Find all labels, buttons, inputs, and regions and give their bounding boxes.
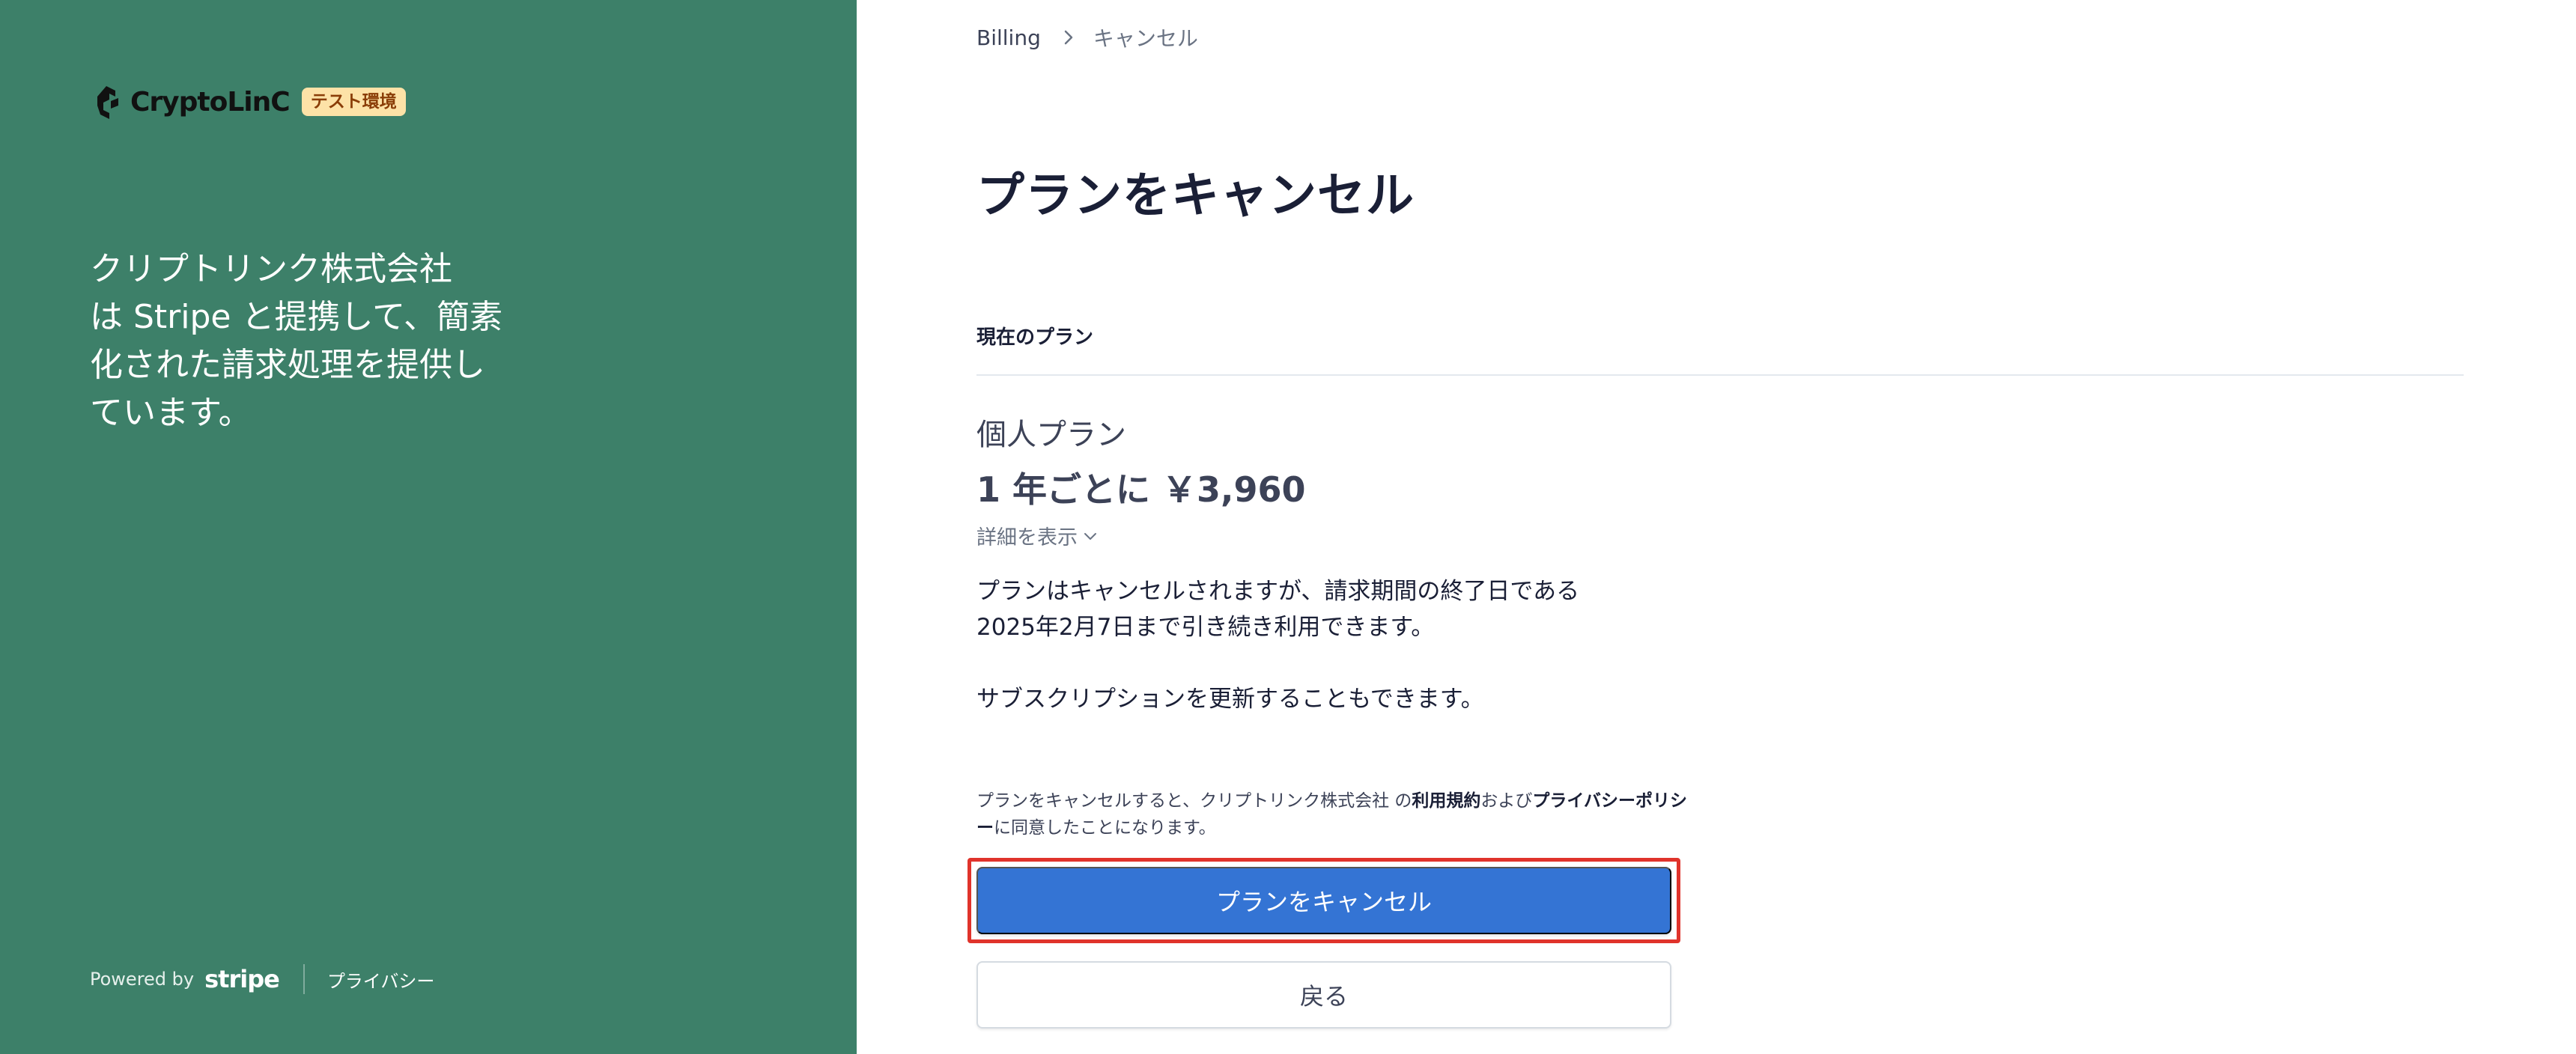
breadcrumb-billing-link[interactable]: Billing xyxy=(976,25,1041,50)
merchant-description: クリプトリンク株式会社 は Stripe と提携して、簡素 化された請求処理を提… xyxy=(90,246,539,437)
headline-line: ています。 xyxy=(90,394,252,432)
plan-name: 個人プラン xyxy=(976,418,1126,452)
chevron-right-icon xyxy=(1064,30,1073,45)
chevron-down-icon xyxy=(1084,532,1096,540)
terms-suffix: に同意したことになります。 xyxy=(994,818,1216,838)
section-divider xyxy=(976,374,2464,376)
cancellation-notice: プランはキャンセルされますが、請求期間の終了日である 2025年2月7日まで引き… xyxy=(976,573,1725,645)
left-footer: Powered by stripe プライバシー xyxy=(90,963,434,996)
notice-line: 2025年2月7日まで引き続き利用できます。 xyxy=(976,614,1435,641)
breadcrumb: Billing キャンセル xyxy=(976,22,1198,52)
current-plan-label: 現在のプラン xyxy=(976,326,1094,349)
plan-price: 1 年ごとに ￥3,960 xyxy=(976,469,1306,510)
headline-line: 化された請求処理を提供し xyxy=(90,346,485,384)
main-panel: Billing キャンセル プランをキャンセル 現在のプラン 個人プラン 1 年… xyxy=(857,0,2576,1054)
brand[interactable]: CryptoLinC テスト環境 xyxy=(90,81,406,123)
show-details-toggle[interactable]: 詳細を表示 xyxy=(976,521,1099,550)
terms-prefix: プランをキャンセルすると、クリプトリンク株式会社 の xyxy=(976,791,1412,811)
brand-name: CryptoLinC xyxy=(130,86,291,118)
headline-line: クリプトリンク株式会社 xyxy=(90,250,452,288)
page-title: プランをキャンセル xyxy=(976,168,1415,224)
terms-agreement: プランをキャンセルすると、クリプトリンク株式会社 の利用規約およびプライバシーポ… xyxy=(976,788,1695,841)
renew-notice: サブスクリプションを更新することもできます。 xyxy=(976,686,1484,713)
cancel-plan-button[interactable]: プランをキャンセル xyxy=(976,867,1671,934)
test-environment-badge: テスト環境 xyxy=(301,88,406,116)
headline-line: は Stripe と提携して、簡素 xyxy=(90,298,502,336)
stripe-logo[interactable]: stripe xyxy=(204,965,280,993)
breadcrumb-current: キャンセル xyxy=(1093,26,1198,51)
show-details-label: 詳細を表示 xyxy=(976,526,1078,549)
terms-of-service-link[interactable]: 利用規約 xyxy=(1412,791,1480,811)
footer-divider xyxy=(303,964,305,994)
left-panel: CryptoLinC テスト環境 クリプトリンク株式会社 は Stripe と提… xyxy=(0,0,857,1054)
powered-by-label: Powered by xyxy=(90,969,195,990)
cryptolinc-logo-icon xyxy=(97,86,118,119)
terms-and: および xyxy=(1480,791,1533,811)
privacy-link[interactable]: プライバシー xyxy=(327,966,435,993)
notice-line: プランはキャンセルされますが、請求期間の終了日である xyxy=(976,578,1580,605)
back-button[interactable]: 戻る xyxy=(976,961,1671,1029)
